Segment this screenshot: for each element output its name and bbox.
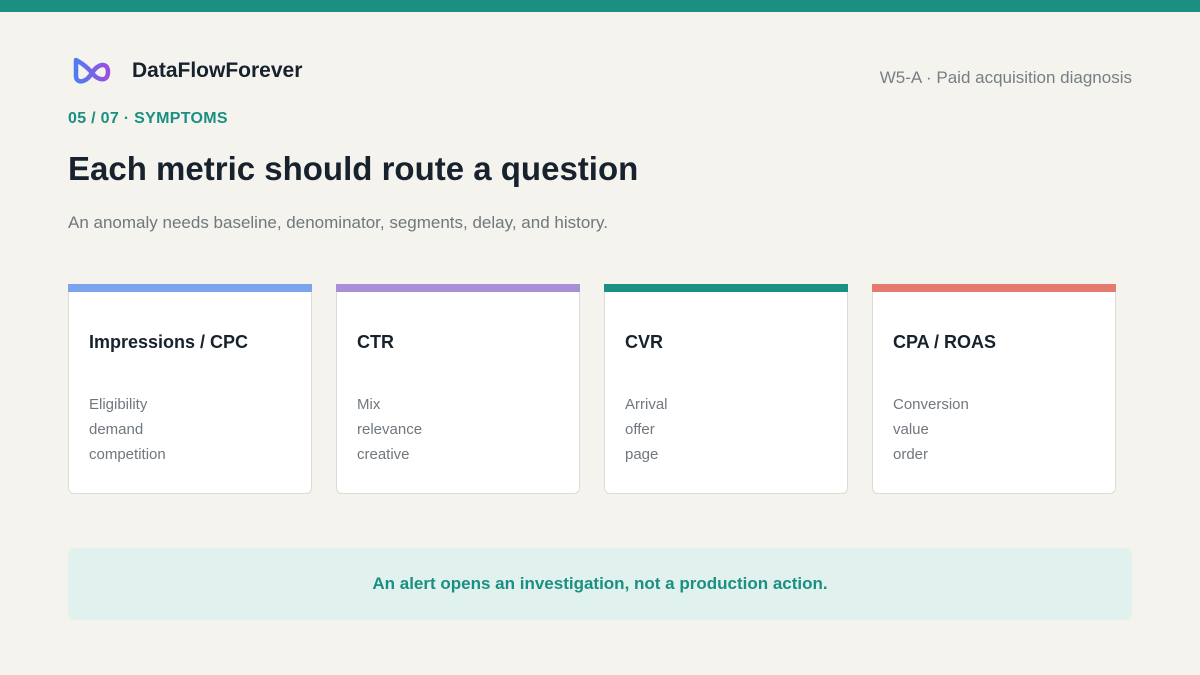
card-title: CTR xyxy=(357,332,394,352)
brand: DataFlowForever xyxy=(70,54,302,88)
metric-card-ctr: CTR Mix relevance creative xyxy=(336,284,580,494)
card-question: competition xyxy=(89,446,166,463)
card-accent-bar xyxy=(872,284,1116,292)
slide-subtitle: An anomaly needs baseline, denominator, … xyxy=(68,213,608,232)
metric-card-cvr: CVR Arrival offer page xyxy=(604,284,848,494)
slide-kicker: 05 / 07 · SYMPTOMS xyxy=(68,110,228,127)
card-question: Mix xyxy=(357,396,381,413)
card-question-list: Mix relevance creative xyxy=(357,392,422,467)
card-title: Impressions / CPC xyxy=(89,332,249,352)
callout-box: An alert opens an investigation, not a p… xyxy=(68,548,1132,620)
card-question: Eligibility xyxy=(89,396,148,413)
card-question: order xyxy=(893,446,929,463)
card-title: CPA / ROAS xyxy=(893,332,997,352)
card-question: demand xyxy=(89,421,144,438)
card-question: Conversion xyxy=(893,396,969,413)
card-question: relevance xyxy=(357,421,423,438)
callout-text: An alert opens an investigation, not a p… xyxy=(372,574,828,593)
card-accent-bar xyxy=(68,284,312,292)
card-accent-bar xyxy=(336,284,580,292)
card-question: value xyxy=(893,421,929,438)
card-accent-bar xyxy=(604,284,848,292)
infinity-loop-icon xyxy=(73,57,111,84)
card-question: Arrival xyxy=(625,396,668,413)
card-question-list: Arrival offer page xyxy=(625,392,668,467)
card-question: page xyxy=(625,446,659,463)
brand-name: DataFlowForever xyxy=(132,59,303,82)
top-accent-bar xyxy=(0,0,1200,12)
card-question: creative xyxy=(357,446,410,463)
session-label: W5-A · Paid acquisition diagnosis xyxy=(879,68,1132,87)
metric-card-impressions-cpc: Impressions / CPC Eligibility demand com… xyxy=(68,284,312,494)
slide-title: Each metric should route a question xyxy=(68,150,639,187)
metric-card-cpa-roas: CPA / ROAS Conversion value order xyxy=(872,284,1116,494)
card-question: offer xyxy=(625,421,655,438)
card-title: CVR xyxy=(625,332,664,352)
card-question-list: Conversion value order xyxy=(893,392,969,467)
card-question-list: Eligibility demand competition xyxy=(89,392,166,467)
